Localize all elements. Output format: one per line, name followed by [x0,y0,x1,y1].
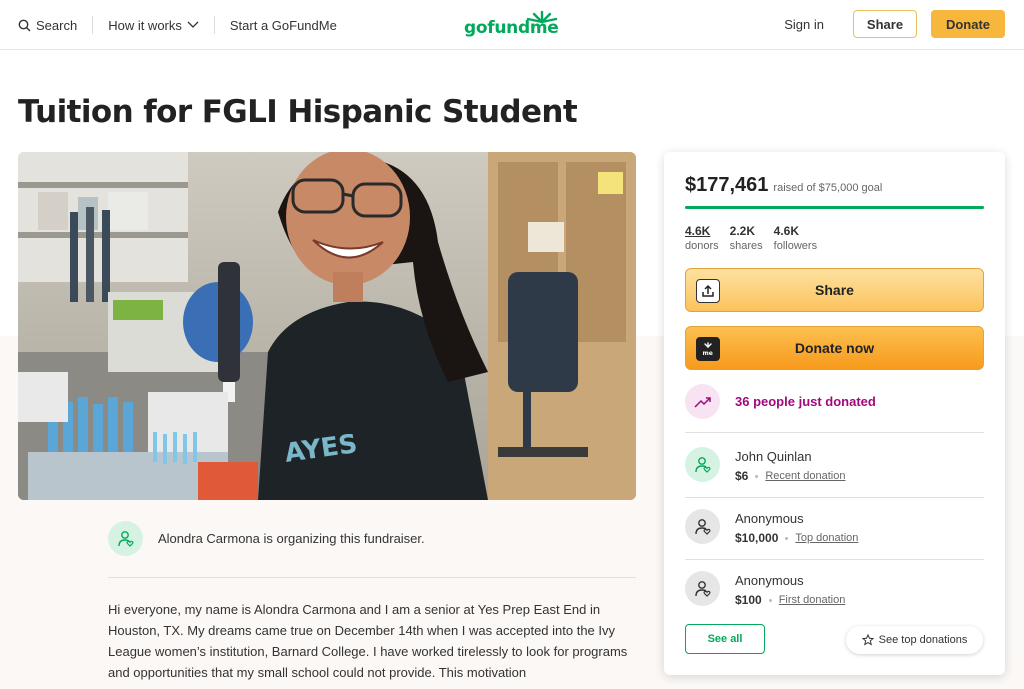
just-donated-text: 36 people just donated [735,394,876,409]
donation-card: $177,461 raised of $75,000 goal 4.6K don… [664,152,1005,675]
just-donated-row: 36 people just donated [685,384,876,419]
start-gofundme-link[interactable]: Start a GoFundMe [215,16,352,34]
donor-item: Anonymous $100 First donation [685,571,845,607]
share-icon [696,279,720,303]
donors-count: 4.6K [685,224,711,238]
donor-name: John Quinlan [735,449,812,464]
user-heart-icon [694,456,711,473]
header-share-button[interactable]: Share [853,10,917,38]
user-heart-icon [694,518,711,535]
gofundme-me-icon: me [696,337,720,361]
separator-dot [768,598,772,602]
donor-info: Anonymous $100 First donation [735,571,845,607]
organizer-divider [108,577,636,578]
followers-label: followers [773,240,818,252]
hero-photo: AYES [18,152,636,500]
donor-detail: $6 Recent donation [735,469,845,483]
share-button[interactable]: Share [685,268,984,312]
donate-now-label: Donate now [794,340,875,356]
search-label: Search [36,17,78,33]
donor-amount: $10,000 [735,531,779,545]
raised-goal: raised of $75,000 goal [773,182,883,194]
donor-avatar [685,571,720,606]
trending-up-icon [685,384,720,419]
donor-item: John Quinlan $6 Recent donation [685,447,845,483]
campaign-story: Hi everyone, my name is Alondra Carmona … [108,602,628,680]
logo-text: gofundme [464,18,559,38]
separator-dot [785,536,789,540]
search-icon [18,19,31,31]
campaign-hero-image[interactable]: AYES [18,152,636,500]
donor-name: Anonymous [735,573,804,588]
header-donate-button[interactable]: Donate [931,10,1005,38]
stat-followers: 4.6K followers [774,224,817,252]
gofundme-logo[interactable]: gofundme [464,10,560,40]
donor-amount: $6 [735,469,749,483]
search-link[interactable]: Search [18,16,92,34]
donor-tag-link[interactable]: Recent donation [765,470,845,482]
user-heart-icon [694,580,711,597]
star-icon [861,634,874,646]
donors-label: donors [685,240,719,252]
progress-bar [685,206,984,209]
see-all-button[interactable]: See all [685,624,765,654]
donor-info: John Quinlan $6 Recent donation [735,447,845,483]
donor-avatar [685,447,720,482]
donor-detail: $10,000 Top donation [735,531,858,545]
progress-fill [685,206,984,209]
shares-label: shares [729,240,763,252]
how-it-works-menu[interactable]: How it works [93,16,214,34]
donor-divider [685,432,984,433]
organizer-text: Alondra Carmona is organizing this fundr… [158,531,425,546]
stat-donors[interactable]: 4.6K donors [685,224,719,252]
start-label: Start a GoFundMe [229,17,337,33]
user-heart-icon [117,530,134,547]
donor-amount: $100 [735,593,762,607]
raised-amount: $177,461 [685,174,769,196]
site-header: Search How it works Start a GoFundMe gof… [0,0,1024,50]
donor-name: Anonymous [735,511,804,526]
svg-text:me: me [703,350,713,356]
nav-right: Sign in Share Donate [784,10,1005,38]
organizer-avatar [108,521,143,556]
donor-detail: $100 First donation [735,593,845,607]
donor-avatar [685,509,720,544]
shares-count: 2.2K [729,224,755,238]
campaign-title: Tuition for FGLI Hispanic Student [18,94,578,130]
donor-item: Anonymous $10,000 Top donation [685,509,858,545]
donor-divider [685,559,984,560]
how-it-works-label: How it works [108,17,182,33]
organizer-row: Alondra Carmona is organizing this fundr… [108,521,425,556]
sign-in-link[interactable]: Sign in [784,17,824,32]
donor-tag-link[interactable]: Top donation [795,532,858,544]
chevron-down-icon [187,21,199,28]
share-button-label: Share [815,282,854,298]
donor-divider [685,497,984,498]
donor-tag-link[interactable]: First donation [779,594,846,606]
raised-summary: $177,461 raised of $75,000 goal [685,174,882,197]
see-top-donations-button[interactable]: See top donations [846,626,983,654]
followers-count: 4.6K [773,224,800,238]
stats-row: 4.6K donors 2.2K shares 4.6K followers [685,224,817,252]
see-top-label: See top donations [878,634,968,646]
stat-shares: 2.2K shares [730,224,763,252]
donate-now-button[interactable]: me Donate now [685,326,984,370]
separator-dot [755,474,759,478]
nav-left: Search How it works Start a GoFundMe [18,0,352,50]
donor-info: Anonymous $10,000 Top donation [735,509,858,545]
